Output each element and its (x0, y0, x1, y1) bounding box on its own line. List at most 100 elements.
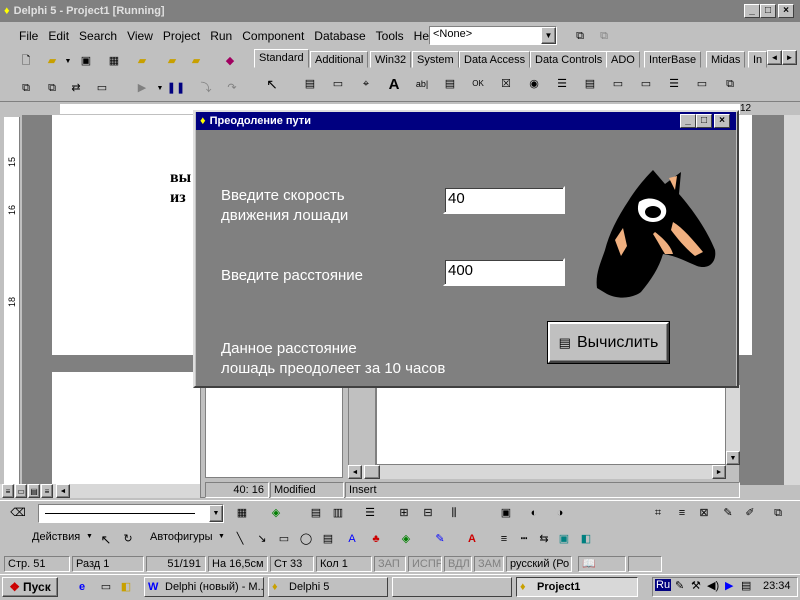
menu-view[interactable]: View (122, 27, 158, 45)
status-trk[interactable]: ИСПР (408, 556, 442, 572)
oval-icon[interactable]: ◯ (298, 531, 314, 547)
toolbar-icon-a[interactable]: ⧉ (572, 28, 588, 44)
distribute-rows-icon[interactable]: ⊞ (396, 505, 412, 521)
status-rec[interactable]: ЗАП (374, 556, 406, 572)
radiobutton-component-icon[interactable]: ◉ (526, 76, 542, 92)
split-cells-icon[interactable]: ▥ (330, 505, 346, 521)
code-edit-area[interactable] (376, 385, 726, 465)
hscroll-thumb[interactable] (364, 465, 380, 479)
hscroll-right-icon[interactable]: ► (712, 465, 726, 479)
menu-database[interactable]: Database (309, 27, 370, 45)
picture-icon[interactable]: ▣ (498, 505, 514, 521)
set-transparent-icon[interactable]: ✐ (742, 505, 758, 521)
palette-scroll-left-icon[interactable]: ◄ (767, 50, 782, 65)
line-color-icon[interactable]: ✎ (432, 531, 448, 547)
delphi-maximize-button[interactable]: □ (760, 4, 776, 18)
new-file-icon[interactable]: 🗋 (18, 53, 34, 69)
toolbar-icon-b[interactable]: ⧉ (596, 28, 612, 44)
actionlist-component-icon[interactable]: ⧉ (722, 76, 738, 92)
run-dropdown-icon[interactable]: ▼ (152, 80, 168, 96)
button-component-icon[interactable]: OK (470, 76, 486, 92)
menu-component[interactable]: Component (237, 27, 309, 45)
label-component-icon[interactable]: A (386, 76, 402, 92)
rectangle-icon[interactable]: ▭ (276, 531, 292, 547)
delphi-minimize-button[interactable]: _ (744, 4, 760, 18)
taskbar-project1-item[interactable]: ♦ Project1 (516, 577, 638, 597)
status-spelling-icon[interactable]: 📖 (578, 556, 626, 572)
line-style-icon[interactable]: ≡ (674, 505, 690, 521)
free-rotate-icon[interactable]: ↻ (120, 531, 136, 547)
open-project-icon[interactable]: ▰ (134, 53, 150, 69)
autoshapes-dropdown-icon[interactable]: ▼ (218, 533, 225, 540)
save-all-icon[interactable]: ▦ (106, 53, 122, 69)
word-hscroll-left-icon[interactable]: ◄ (56, 484, 70, 498)
tray-network-icon[interactable]: ▤ (741, 579, 751, 592)
word-vscroll[interactable] (784, 115, 800, 485)
help-book-icon[interactable]: ◆ (222, 53, 238, 69)
menu-tools[interactable]: Tools (371, 27, 409, 45)
tray-language[interactable]: Ru (655, 579, 672, 591)
arrow-style-icon[interactable]: ⇆ (536, 531, 552, 547)
autoformat-icon[interactable]: ⫼ (446, 505, 462, 521)
radiogroup-component-icon[interactable]: ☰ (666, 76, 682, 92)
distance-input[interactable]: 400 (443, 258, 565, 286)
pause-icon[interactable]: ❚❚ (167, 80, 185, 96)
font-color-icon[interactable]: A (464, 531, 480, 547)
word-hscroll[interactable]: ≡ ▭ ▤ ≡ ◄ (0, 484, 200, 498)
groupbox-component-icon[interactable]: ▭ (638, 76, 654, 92)
delphi-title-bar[interactable]: ♦ Delphi 5 - Project1 [Running] (0, 0, 800, 22)
editor-vscroll[interactable]: ▼ (726, 385, 740, 465)
toggle-form-unit-icon[interactable]: ⇄ (68, 80, 84, 96)
contrast-icon[interactable]: ◐ (526, 505, 542, 521)
taskbar-word-item[interactable]: W Delphi (новый) - M... (144, 577, 264, 597)
run-icon[interactable]: ▶ (134, 80, 150, 96)
popupmenu-component-icon[interactable]: ⌖ (358, 76, 374, 92)
view-form-icon[interactable]: ⧉ (44, 80, 60, 96)
menu-run[interactable]: Run (205, 27, 237, 45)
tray-tool-icon[interactable]: ⚒ (691, 579, 701, 592)
format-picture-icon[interactable]: ✎ (720, 505, 736, 521)
outlook-quicklaunch-icon[interactable]: ◧ (118, 579, 134, 595)
select-objects-icon[interactable]: ↖ (98, 531, 114, 547)
vscroll-down-icon[interactable]: ▼ (726, 451, 740, 465)
tab-additional[interactable]: Additional (310, 51, 369, 68)
align-icon[interactable]: ☰ (362, 505, 378, 521)
menu-file[interactable]: File (14, 27, 43, 45)
fill-color-icon[interactable]: ◈ (398, 531, 414, 547)
actions-menu[interactable]: Действия (32, 531, 80, 543)
actions-dropdown-icon[interactable]: ▼ (86, 533, 93, 540)
ie-quicklaunch-icon[interactable]: e (74, 579, 90, 595)
clipart-icon[interactable]: ♣ (368, 531, 384, 547)
tab-system[interactable]: System (412, 51, 459, 68)
speed-input[interactable]: 40 (443, 186, 565, 214)
save-icon[interactable]: ▣ (78, 53, 94, 69)
reset-picture-icon[interactable]: ⧉ (770, 505, 786, 521)
merge-cells-icon[interactable]: ▤ (308, 505, 324, 521)
wrap-text-icon[interactable]: ⊠ (696, 505, 712, 521)
editor-hscroll[interactable]: ◄ ► (348, 465, 726, 479)
tab-standard[interactable]: Standard (254, 49, 309, 68)
checkbox-component-icon[interactable]: ☒ (498, 76, 514, 92)
eraser-icon[interactable]: ⌫ (10, 505, 26, 521)
add-to-project-icon[interactable]: ▰ (164, 53, 180, 69)
shading-icon[interactable]: ◈ (268, 505, 284, 521)
outline-view-icon[interactable]: ≡ (41, 484, 53, 498)
tab-data-controls[interactable]: Data Controls (530, 51, 608, 68)
status-ovr[interactable]: ЗАМ (474, 556, 504, 572)
frame-component-icon[interactable]: ▤ (302, 76, 318, 92)
distribute-cols-icon[interactable]: ⊟ (420, 505, 436, 521)
taskbar-blank-item[interactable] (392, 577, 512, 597)
form-title-bar[interactable]: ♦ Преодоление пути (196, 112, 736, 130)
brightness-icon[interactable]: ◑ (552, 505, 568, 521)
mainmenu-component-icon[interactable]: ▭ (330, 76, 346, 92)
borders-icon[interactable]: ▦ (234, 505, 250, 521)
combobox-component-icon[interactable]: ▤ (582, 76, 598, 92)
textbox-icon[interactable]: ▤ (320, 531, 336, 547)
normal-view-icon[interactable]: ≡ (2, 484, 14, 498)
arrow-icon[interactable]: ↘ (254, 531, 270, 547)
pointer-arrow-icon[interactable]: ↖ (264, 76, 280, 92)
form-minimize-button[interactable]: _ (680, 114, 696, 128)
tab-interbase[interactable]: InterBase (644, 51, 702, 68)
tab-win32[interactable]: Win32 (370, 51, 412, 68)
taskbar-delphi-item[interactable]: ♦ Delphi 5 (268, 577, 388, 597)
